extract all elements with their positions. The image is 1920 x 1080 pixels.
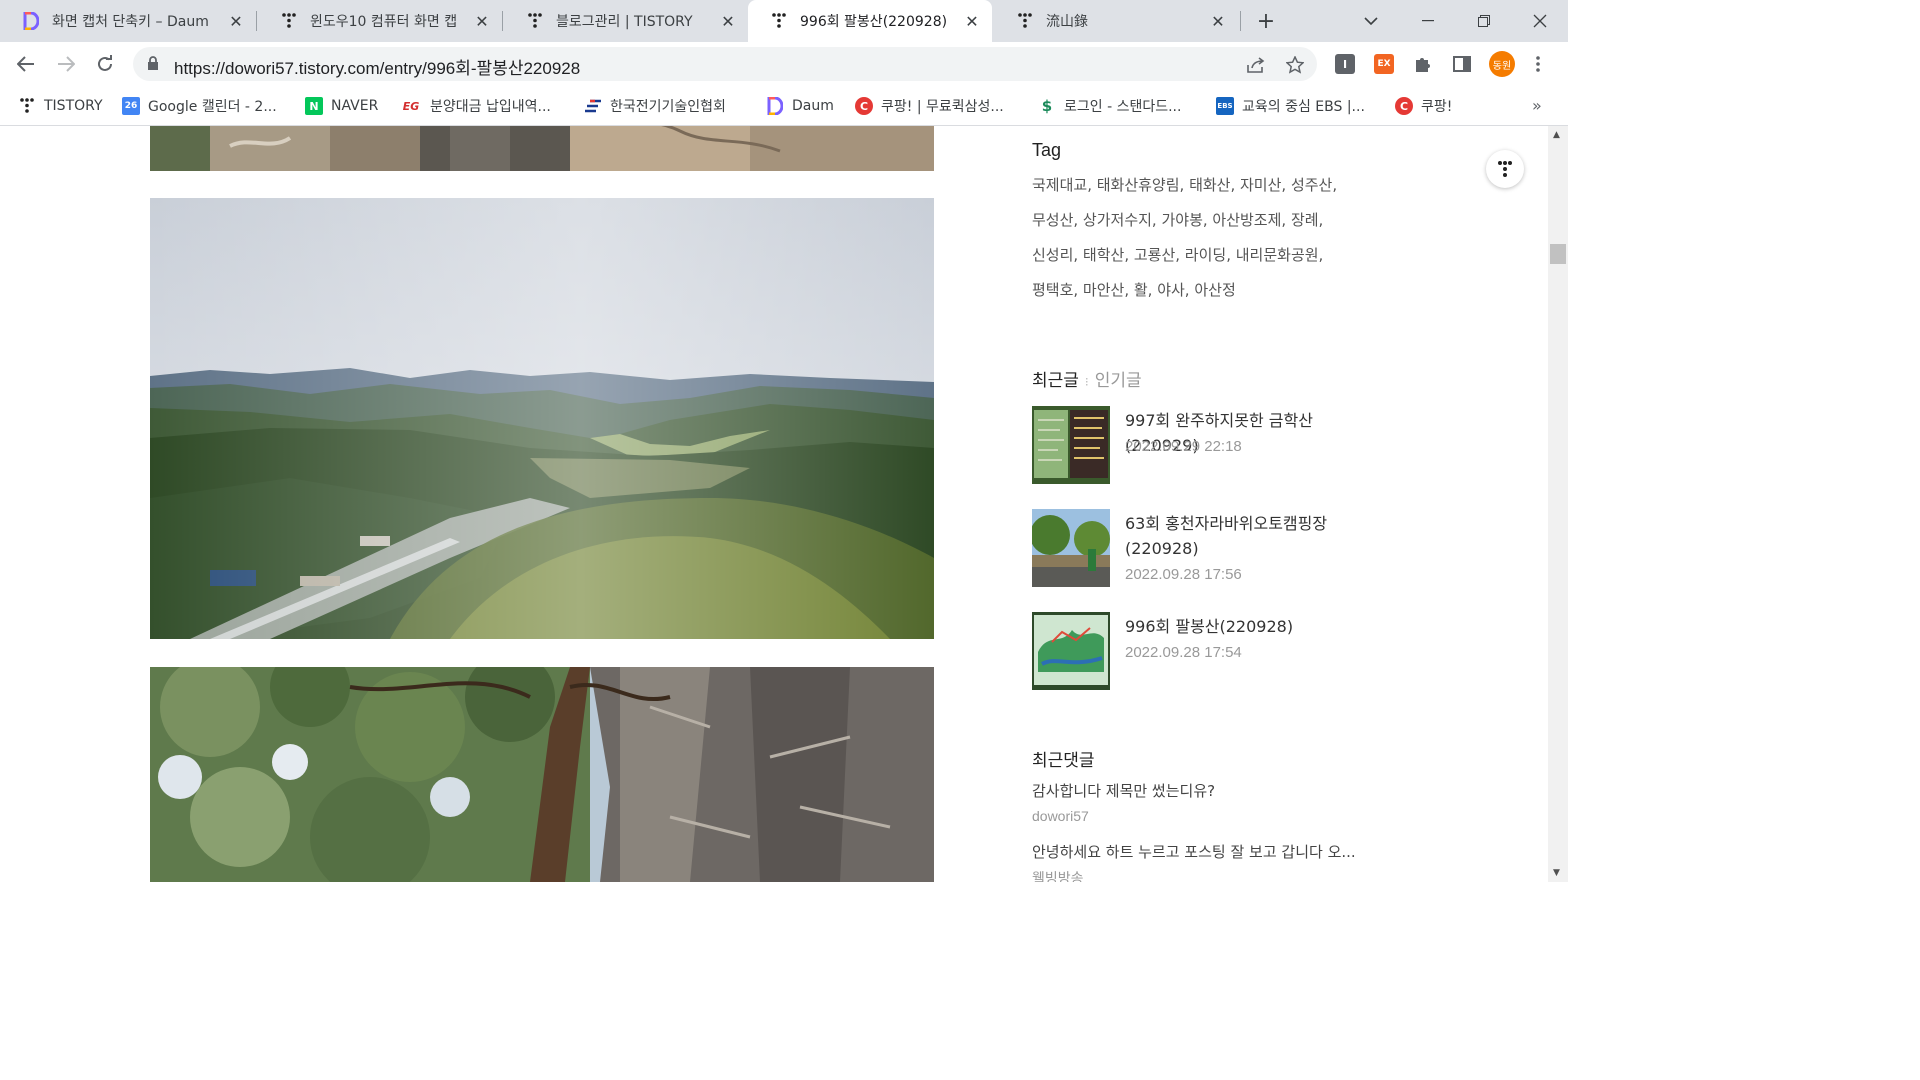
tistory-icon [770, 12, 788, 30]
comment-link[interactable]: 안녕하세요 하트 누르고 포스팅 잘 보고 갑니다 오... [1032, 841, 1356, 862]
post-photo-valley [150, 198, 934, 639]
extension-i-icon[interactable]: I [1335, 54, 1355, 74]
tistory-menu-button[interactable] [1486, 150, 1524, 188]
calendar-icon: 26 [122, 97, 140, 115]
tag-section-title: Tag [1032, 140, 1062, 160]
star-icon[interactable] [1285, 55, 1305, 75]
tag-list-line[interactable]: 평택호, 마안산, 활, 야사, 아산정 [1032, 279, 1236, 300]
tab-title: 화면 캡처 단축키 – Daum [52, 14, 209, 30]
post-thumbnail[interactable] [1032, 509, 1110, 587]
page-scrollbar[interactable]: ▲ ▼ [1548, 126, 1568, 882]
tab-title: 윈도우10 컴퓨터 화면 캡 [310, 14, 458, 30]
window-close-button[interactable] [1512, 0, 1568, 42]
back-button[interactable] [12, 50, 40, 78]
share-icon[interactable] [1246, 55, 1266, 75]
tab-separator [1240, 11, 1241, 31]
tab-daum-capture[interactable]: 화면 캡처 단축키 – Daum ✕ [0, 0, 256, 42]
address-bar[interactable]: https://dowori57.tistory.com/entry/996회-… [133, 47, 1317, 81]
tab-yusanrok[interactable]: 流山錄 ✕ [994, 0, 1238, 42]
tab-popular-posts[interactable]: 인기글 [1095, 371, 1142, 391]
tistory-icon [18, 97, 36, 115]
minimize-button[interactable] [1400, 0, 1456, 42]
naver-icon: N [305, 97, 323, 115]
tag-list-line[interactable]: 국제대교, 태화산휴양림, 태화산, 자미산, 성주산, [1032, 174, 1337, 195]
close-icon[interactable]: ✕ [470, 9, 494, 33]
tab-windows-capture[interactable]: 윈도우10 컴퓨터 화면 캡 ✕ [258, 0, 502, 42]
coupang-icon: C [1395, 97, 1413, 115]
new-tab-button[interactable]: + [1252, 7, 1280, 35]
bookmark-kea[interactable]: 한국전기기술인협회 [584, 94, 726, 118]
tab-separator [502, 11, 503, 31]
comment-link[interactable]: 감사합니다 제목만 썼는디유? [1032, 780, 1215, 801]
bookmark-coupang-quick[interactable]: C 쿠팡! | 무료퀵삼성... [855, 94, 1004, 118]
tab-title: 996회 팔봉산(220928) [800, 14, 948, 30]
tab-title: 流山錄 [1046, 14, 1088, 30]
side-panel-icon[interactable] [1452, 54, 1472, 74]
tab-title: 블로그관리 | TISTORY [556, 14, 693, 30]
recent-comments-title: 최근댓글 [1032, 751, 1095, 771]
bookmarks-bar: TISTORY 26 Google 캘린더 - 2... N NAVER EG … [0, 86, 1568, 126]
bookmark-ebs[interactable]: EBS 교육의 중심 EBS |... [1216, 94, 1365, 118]
close-icon[interactable]: ✕ [224, 9, 248, 33]
forward-button[interactable] [52, 50, 80, 78]
browser-toolbar: https://dowori57.tistory.com/entry/996회-… [0, 42, 1568, 86]
tistory-icon [526, 12, 544, 30]
url-text[interactable]: https://dowori57.tistory.com/entry/996회-… [174, 54, 580, 79]
post-photo-rocks [150, 126, 934, 171]
scroll-up-arrow-icon[interactable]: ▲ [1553, 130, 1560, 140]
bookmark-payment[interactable]: EG 분양대금 납입내역... [400, 94, 551, 118]
close-icon[interactable]: ✕ [1206, 9, 1230, 33]
bookmark-standard-login[interactable]: $ 로그인 - 스탠다드... [1038, 94, 1182, 118]
comment-author: dowori57 [1032, 808, 1089, 824]
profile-avatar[interactable]: 동원 [1489, 51, 1515, 77]
tab-separator [256, 11, 257, 31]
bookmark-tistory[interactable]: TISTORY [18, 94, 103, 118]
tab-blog-admin[interactable]: 블로그관리 | TISTORY ✕ [504, 0, 748, 42]
bookmark-naver[interactable]: N NAVER [305, 94, 378, 118]
daum-icon [766, 97, 784, 115]
tab-strip: 화면 캡처 단축키 – Daum ✕ 윈도우10 컴퓨터 화면 캡 ✕ 블로그관… [0, 0, 1568, 42]
tab-divider: ⁝ [1084, 375, 1089, 389]
bookmarks-overflow-icon[interactable]: » [1532, 96, 1542, 115]
tag-list-line[interactable]: 신성리, 태학산, 고룡산, 라이딩, 내리문화공원, [1032, 244, 1323, 265]
post-date: 2022.09.29 22:18 [1125, 438, 1242, 455]
post-link-title[interactable]: 996회 팔봉산(220928) [1125, 614, 1385, 639]
scrollbar-thumb[interactable] [1550, 244, 1566, 264]
restore-button[interactable] [1456, 0, 1512, 42]
coupang-icon: C [855, 97, 873, 115]
tistory-icon [1016, 12, 1034, 30]
lock-icon [147, 56, 163, 72]
post-date: 2022.09.28 17:54 [1125, 644, 1242, 661]
scroll-down-arrow-icon[interactable]: ▼ [1553, 868, 1560, 878]
recent-popular-tabs: 최근글 ⁝ 인기글 [1032, 366, 1142, 391]
post-date: 2022.09.28 17:56 [1125, 566, 1242, 583]
extension-ex-icon[interactable]: EX [1374, 54, 1394, 74]
close-icon[interactable]: ✕ [716, 9, 740, 33]
post-link-title[interactable]: 63회 홍천자라바위오토캠핑장 (220928) [1125, 511, 1385, 561]
comment-author: 웰빙방송 [1032, 870, 1084, 882]
tab-search-icon[interactable] [1343, 0, 1399, 42]
daum-icon [22, 12, 40, 30]
post-thumbnail[interactable] [1032, 406, 1110, 484]
chrome-menu-icon[interactable] [1528, 52, 1548, 76]
post-photo-pine-rock [150, 667, 934, 882]
ebs-icon: EBS [1216, 97, 1234, 115]
page-content: Tag 국제대교, 태화산휴양림, 태화산, 자미산, 성주산, 무성산, 상가… [0, 126, 1548, 882]
tistory-icon [1498, 161, 1512, 177]
reload-button[interactable] [91, 50, 119, 78]
bookmark-google-calendar[interactable]: 26 Google 캘린더 - 2... [122, 94, 277, 118]
bookmark-daum[interactable]: Daum [766, 94, 834, 118]
tistory-icon [280, 12, 298, 30]
eg-icon: EG [402, 99, 420, 113]
tag-list-line[interactable]: 무성산, 상가저수지, 가야봉, 아산방조제, 장례, [1032, 209, 1323, 230]
close-icon[interactable]: ✕ [960, 9, 984, 33]
standard-icon: $ [1041, 97, 1053, 115]
post-thumbnail[interactable] [1032, 612, 1110, 690]
tab-palbongsan[interactable]: 996회 팔봉산(220928) ✕ [748, 0, 992, 42]
extensions-puzzle-icon[interactable] [1413, 54, 1433, 74]
tab-recent-posts[interactable]: 최근글 [1032, 371, 1079, 391]
kea-icon [584, 97, 602, 115]
bookmark-coupang[interactable]: C 쿠팡! [1395, 94, 1452, 118]
